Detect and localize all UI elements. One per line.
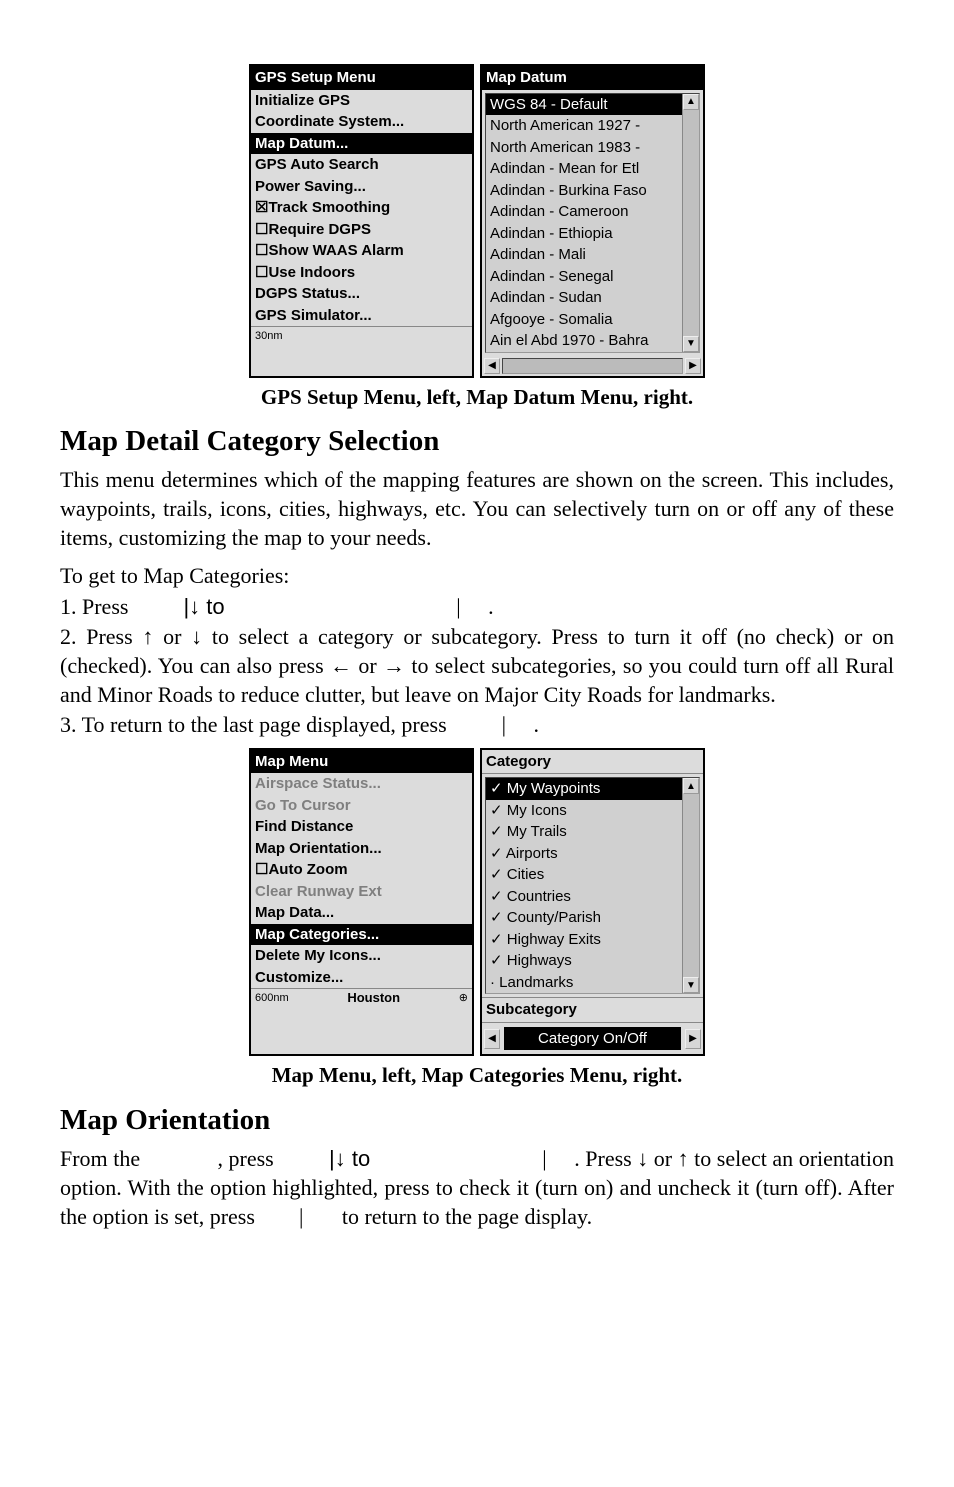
heading-map-orientation: Map Orientation <box>60 1102 894 1140</box>
menu-item-delete-my-icons[interactable]: Delete My Icons... <box>251 945 472 967</box>
menu-item-coordinate-system[interactable]: Coordinate System... <box>251 111 472 133</box>
scale-label: 600nm <box>255 991 289 1005</box>
menu-item-require-dgps[interactable]: ☐Require DGPS <box>251 219 472 241</box>
panel-gps-setup-menu: GPS Setup Menu Initialize GPS Coordinate… <box>249 64 474 378</box>
datum-item[interactable]: Adindan - Cameroon <box>486 201 683 223</box>
menu-item-map-datum[interactable]: Map Datum... <box>251 133 472 155</box>
text: |↓ to <box>329 1146 376 1171</box>
menu-item-gps-simulator[interactable]: GPS Simulator... <box>251 305 472 327</box>
scroll-down-icon[interactable]: ▼ <box>683 336 699 352</box>
menu-item-initialize-gps[interactable]: Initialize GPS <box>251 90 472 112</box>
scroll-down-icon[interactable]: ▼ <box>683 977 699 993</box>
category-item-my-waypoints[interactable]: ✓ My Waypoints <box>486 778 683 800</box>
next-icon[interactable]: ▶ <box>685 1029 701 1049</box>
menu-item-power-saving[interactable]: Power Saving... <box>251 176 472 198</box>
datum-item[interactable]: Afgooye - Somalia <box>486 309 683 331</box>
menu-item-clear-runway-ext: Clear Runway Ext <box>251 881 472 903</box>
datum-item[interactable]: North American 1983 - <box>486 137 683 159</box>
text: | <box>456 594 460 619</box>
panel-title: Map Menu <box>251 750 472 774</box>
subcategory-toolbar: ◀ Category On/Off ▶ <box>482 1023 703 1055</box>
scroll-left-icon[interactable]: ◀ <box>484 358 500 374</box>
text: to return to the page display. <box>342 1204 592 1229</box>
category-item[interactable]: ✓ Airports <box>486 843 683 865</box>
panel-category: Category ✓ My Waypoints ✓ My Icons ✓ My … <box>480 748 705 1057</box>
prev-icon[interactable]: ◀ <box>484 1029 500 1049</box>
scrollbar[interactable]: ▲ ▼ <box>682 94 699 352</box>
menu-item-dgps-status[interactable]: DGPS Status... <box>251 283 472 305</box>
subcategory-label: Subcategory <box>482 997 703 1023</box>
menu-item-show-waas-alarm[interactable]: ☐Show WAAS Alarm <box>251 240 472 262</box>
paragraph: This menu determines which of the mappin… <box>60 466 894 552</box>
scrollbar[interactable]: ▲ ▼ <box>682 778 699 993</box>
scroll-up-icon[interactable]: ▲ <box>683 778 699 794</box>
text: , press <box>217 1146 279 1171</box>
text: |↓ to <box>183 594 230 619</box>
scroll-up-icon[interactable]: ▲ <box>683 94 699 110</box>
panel-title: GPS Setup Menu <box>251 66 472 90</box>
paragraph-map-orientation: From the , press |↓ to | . Press ↓ or ↑ … <box>60 1145 894 1231</box>
scale-label: 30nm <box>255 329 283 343</box>
heading-map-detail-category: Map Detail Category Selection <box>60 423 894 461</box>
category-item[interactable]: ✓ My Trails <box>486 821 683 843</box>
scroll-track[interactable] <box>502 358 683 374</box>
text: | <box>542 1146 546 1171</box>
category-list: ✓ My Waypoints ✓ My Icons ✓ My Trails ✓ … <box>485 777 700 994</box>
category-item[interactable]: ✓ Highways <box>486 950 683 972</box>
compass-icon: ⊕ <box>459 991 468 1005</box>
scroll-right-icon[interactable]: ▶ <box>685 358 701 374</box>
panel-map-menu: Map Menu Airspace Status... Go To Cursor… <box>249 748 474 1057</box>
text: 3. To return to the last page displayed,… <box>60 712 452 737</box>
hscrollbar[interactable]: ◀ ▶ <box>484 358 701 374</box>
menu-item-map-categories[interactable]: Map Categories... <box>251 924 472 946</box>
menu-item-customize[interactable]: Customize... <box>251 967 472 989</box>
menu-item-gps-auto-search[interactable]: GPS Auto Search <box>251 154 472 176</box>
panel-title: Category <box>482 750 703 775</box>
category-item[interactable]: ✓ Highway Exits <box>486 929 683 951</box>
menu-item-track-smoothing[interactable]: ☒Track Smoothing <box>251 197 472 219</box>
datum-item[interactable]: Adindan - Senegal <box>486 266 683 288</box>
menu-item-map-orientation[interactable]: Map Orientation... <box>251 838 472 860</box>
datum-item-wgs84[interactable]: WGS 84 - Default <box>486 94 683 116</box>
datum-item[interactable]: Adindan - Mean for Etl <box>486 158 683 180</box>
menu-item-map-data[interactable]: Map Data... <box>251 902 472 924</box>
datum-list: WGS 84 - Default North American 1927 - N… <box>485 93 700 353</box>
menu-item-use-indoors[interactable]: ☐Use Indoors <box>251 262 472 284</box>
menu-item-go-to-cursor: Go To Cursor <box>251 795 472 817</box>
step-1: 1. Press |↓ to | . <box>60 593 894 622</box>
panel-footer: 600nm Houston ⊕ <box>251 988 472 1007</box>
figure-gps-setup: GPS Setup Menu Initialize GPS Coordinate… <box>60 64 894 378</box>
figure-caption: Map Menu, left, Map Categories Menu, rig… <box>60 1062 894 1089</box>
datum-item[interactable]: Adindan - Sudan <box>486 287 683 309</box>
text: . <box>534 712 540 737</box>
text: . <box>488 594 494 619</box>
panel-title: Map Datum <box>482 66 703 90</box>
datum-item[interactable]: Adindan - Ethiopia <box>486 223 683 245</box>
figure-caption: GPS Setup Menu, left, Map Datum Menu, ri… <box>60 384 894 411</box>
datum-item[interactable]: North American 1927 - <box>486 115 683 137</box>
map-label: Houston <box>347 990 400 1007</box>
figure-map-menu: Map Menu Airspace Status... Go To Cursor… <box>60 748 894 1057</box>
category-item[interactable]: ✓ Cities <box>486 864 683 886</box>
category-onoff-button[interactable]: Category On/Off <box>504 1027 681 1051</box>
datum-item[interactable]: Adindan - Burkina Faso <box>486 180 683 202</box>
menu-item-airspace-status: Airspace Status... <box>251 773 472 795</box>
text: | <box>502 712 506 737</box>
category-item[interactable]: ✓ My Icons <box>486 800 683 822</box>
category-item[interactable]: ✓ Countries <box>486 886 683 908</box>
panel-map-datum: Map Datum WGS 84 - Default North America… <box>480 64 705 378</box>
datum-item[interactable]: Ain el Abd 1970 - Bahra <box>486 330 683 352</box>
text: From the <box>60 1146 146 1171</box>
category-item[interactable]: · Landmarks <box>486 972 683 994</box>
menu-item-auto-zoom[interactable]: ☐Auto Zoom <box>251 859 472 881</box>
text: 1. Press <box>60 594 134 619</box>
category-item[interactable]: ✓ County/Parish <box>486 907 683 929</box>
menu-item-find-distance[interactable]: Find Distance <box>251 816 472 838</box>
lead-text: To get to Map Categories: <box>60 562 894 591</box>
panel-footer: 30nm <box>251 326 472 345</box>
datum-item[interactable]: Adindan - Mali <box>486 244 683 266</box>
text: | <box>299 1204 303 1229</box>
step-3: 3. To return to the last page displayed,… <box>60 711 894 740</box>
step-2: 2. Press ↑ or ↓ to select a category or … <box>60 623 894 709</box>
